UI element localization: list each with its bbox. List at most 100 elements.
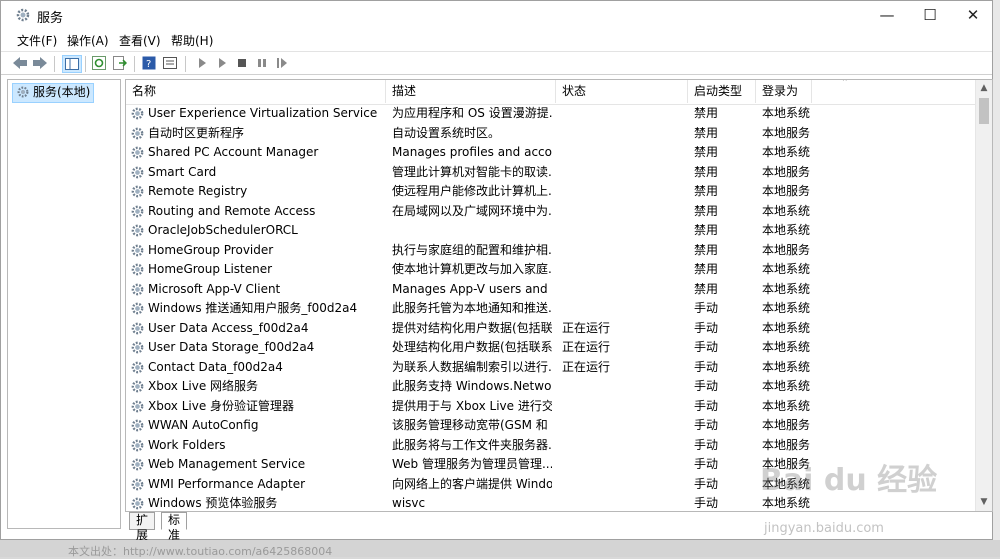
table-row[interactable]: Remote Registry 使远程用户能修改此计算机上... 禁用 本地服务 [126,182,976,202]
column-header-name[interactable]: 名称 [126,80,386,103]
service-logon-as: 本地系统 [762,320,811,335]
scroll-thumb[interactable] [979,98,989,124]
menu-help[interactable]: 帮助(H) [171,32,213,49]
watermark-url: jingyan.baidu.com [764,521,884,536]
list-header: 名称 描述 状态 启动类型 登录为 ⌃ [126,80,976,105]
maximize-button[interactable]: ☐ [907,1,953,30]
services-list: 名称 描述 状态 启动类型 登录为 ⌃ User Experience Virt… [125,79,993,512]
properties-icon[interactable] [161,55,179,71]
scroll-down-icon[interactable]: ▼ [976,494,992,511]
service-startup-type: 手动 [694,359,719,374]
table-row[interactable]: HomeGroup Provider 执行与家庭组的配置和维护相... 禁用 本地服务 [126,241,976,261]
service-description: 为应用程序和 OS 设置漫游提... [392,106,552,120]
service-startup-type: 手动 [694,457,719,471]
svg-text:?: ? [146,59,151,70]
help-icon[interactable]: ? [140,55,158,71]
service-logon-as: 本地系统 [762,379,811,393]
service-name: OracleJobSchedulerORCL [148,223,298,237]
gear-icon [130,243,145,258]
table-row[interactable]: User Experience Virtualization Service 为应… [126,104,976,124]
table-row[interactable]: User Data Access_f00d2a4 提供对结构化用户数据(包括联..… [126,319,976,339]
pause-icon[interactable] [253,55,271,71]
service-name: Windows 预览体验服务 [148,496,278,510]
console-tree: 服务(本地) [7,79,121,529]
console-tree-icon[interactable] [62,55,82,73]
service-description: 为联系人数据编制索引以进行... [392,359,552,374]
service-name: User Data Access_f00d2a4 [148,320,309,335]
table-row[interactable]: Xbox Live 网络服务 此服务支持 Windows.Netwo... 手动 本地… [126,377,976,397]
table-row[interactable]: Microsoft App-V Client Manages App-V user… [126,280,976,300]
column-header-logon[interactable]: 登录为 [756,80,812,103]
service-status [562,397,680,416]
tab-standard[interactable]: 标准 [161,512,188,542]
service-status [562,202,680,221]
service-logon-as: 本地系统 [762,281,811,296]
title-bar: 服务 — ☐ ✕ [1,1,992,30]
service-startup-type: 禁用 [694,164,719,179]
table-row[interactable]: Xbox Live 身份验证管理器 提供用于与 Xbox Live 进行交... 手… [126,397,976,417]
service-logon-as: 本地系统 [762,340,811,354]
tree-item-label: 服务(本地) [33,85,91,99]
forward-arrow-icon[interactable] [31,55,49,71]
service-status [562,416,680,435]
service-name: Xbox Live 网络服务 [148,379,259,393]
service-name: Shared PC Account Manager [148,145,319,159]
column-header-desc[interactable]: 描述 [386,80,556,103]
export-icon[interactable] [111,55,129,71]
service-status [562,436,680,455]
table-row[interactable]: Routing and Remote Access 在局域网以及广域网环境中为..… [126,202,976,222]
service-startup-type: 手动 [694,437,719,452]
close-button[interactable]: ✕ [950,1,996,30]
service-status [562,455,680,474]
service-name: 自动时区更新程序 [148,125,245,140]
service-startup-type: 禁用 [694,223,719,237]
service-logon-as: 本地服务 [762,184,811,198]
table-row[interactable]: 自动时区更新程序 自动设置系统时区。 禁用 本地服务 [126,124,976,144]
table-row[interactable]: HomeGroup Listener 使本地计算机更改与加入家庭... 禁用 本地系统 [126,260,976,280]
toolbar-separator [54,56,55,72]
service-description: 提供用于与 Xbox Live 进行交... [392,398,552,413]
service-logon-as: 本地服务 [762,125,811,140]
table-row[interactable]: Smart Card 管理此计算机对智能卡的取读... 禁用 本地服务 [126,163,976,183]
service-description: 使本地计算机更改与加入家庭... [392,262,552,276]
service-description: 该服务管理移动宽带(GSM 和 ... [392,418,552,432]
minimize-button[interactable]: — [864,1,910,30]
toolbar-separator [185,56,186,72]
menu-action[interactable]: 操作(A) [67,32,109,49]
service-startup-type: 禁用 [694,184,719,198]
menu-view[interactable]: 查看(V) [119,32,161,49]
table-row[interactable]: WWAN AutoConfig 该服务管理移动宽带(GSM 和 ... 手动 本地服务 [126,416,976,436]
scroll-up-icon[interactable]: ▲ [976,80,992,97]
tab-extended[interactable]: 扩展 [129,512,156,542]
service-startup-type: 手动 [694,379,719,393]
table-row[interactable]: User Data Storage_f00d2a4 处理结构化用户数据(包括联系.… [126,338,976,358]
column-header-startup[interactable]: 启动类型 [688,80,756,103]
gear-icon [130,106,145,121]
service-description: 处理结构化用户数据(包括联系... [392,340,552,354]
start-icon[interactable] [193,55,211,71]
tree-item-services-local[interactable]: 服务(本地) [12,83,95,103]
table-row[interactable]: Shared PC Account Manager Manages profile… [126,143,976,163]
table-row[interactable]: Windows 推送通知用户服务_f00d2a4 此服务托管为本地通知和推送...… [126,299,976,319]
refresh-icon[interactable] [90,55,108,71]
service-logon-as: 本地系统 [762,145,811,159]
stop-icon[interactable] [233,55,251,71]
table-row[interactable]: Contact Data_f00d2a4 为联系人数据编制索引以进行... 正在运行… [126,358,976,378]
start-alt-icon[interactable] [213,55,231,71]
menu-file[interactable]: 文件(F) [17,32,57,49]
service-description: Manages profiles and acco... [392,145,552,159]
restart-icon[interactable] [273,55,291,71]
service-description: 使远程用户能修改此计算机上... [392,184,552,198]
column-header-status[interactable]: 状态 [556,80,688,103]
service-startup-type: 禁用 [694,145,719,159]
background-window-edge [993,0,1000,540]
toolbar: ? [1,51,992,75]
table-row[interactable]: Work Folders 此服务将与工作文件夹服务器... 手动 本地服务 [126,436,976,456]
vertical-scrollbar[interactable]: ▲ ▼ [975,80,992,511]
service-description: 执行与家庭组的配置和维护相... [392,242,552,257]
table-row[interactable]: OracleJobSchedulerORCL 禁用 本地系统 [126,221,976,241]
back-arrow-icon[interactable] [11,55,29,71]
service-logon-as: 本地系统 [762,398,811,413]
service-name: Remote Registry [148,184,248,198]
service-name: HomeGroup Listener [148,262,273,276]
